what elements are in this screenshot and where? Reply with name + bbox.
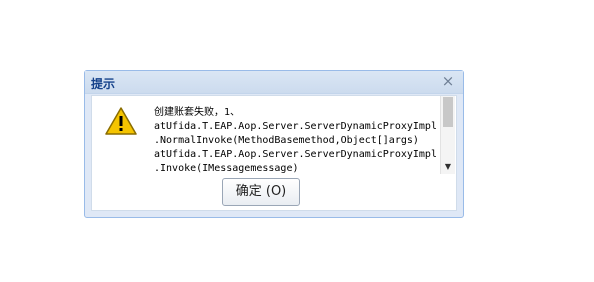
close-icon[interactable]: × (441, 73, 455, 89)
message-line: .Invoke(IMessagemessage) (154, 163, 299, 174)
message-line: 创建账套失败，1、 (154, 107, 241, 118)
dialog-title: 提示 (91, 77, 116, 91)
message-scrollbar[interactable]: ▼ (440, 96, 455, 174)
warning-icon (105, 107, 137, 135)
error-message: 创建账套失败，1、 atUfida.T.EAP.Aop.Server.Serve… (154, 106, 436, 174)
ok-button[interactable]: 确定 (O) (222, 178, 300, 206)
scroll-down-arrow-icon[interactable]: ▼ (441, 162, 455, 172)
message-line: atUfida.T.EAP.Aop.Server.ServerDynamicPr… (154, 149, 436, 160)
dialog-body: 创建账套失败，1、 atUfida.T.EAP.Aop.Server.Serve… (91, 95, 457, 211)
message-dialog: 提示 × 创建账套失败，1、 atUfida.T.EAP.Aop.Server.… (84, 70, 464, 218)
scrollbar-thumb[interactable] (443, 97, 453, 127)
dialog-titlebar[interactable]: 提示 × (85, 71, 463, 94)
message-line: atUfida.T.EAP.Aop.Server.ServerDynamicPr… (154, 121, 436, 132)
message-line: .NormalInvoke(MethodBasemethod,Object[]a… (154, 135, 419, 146)
